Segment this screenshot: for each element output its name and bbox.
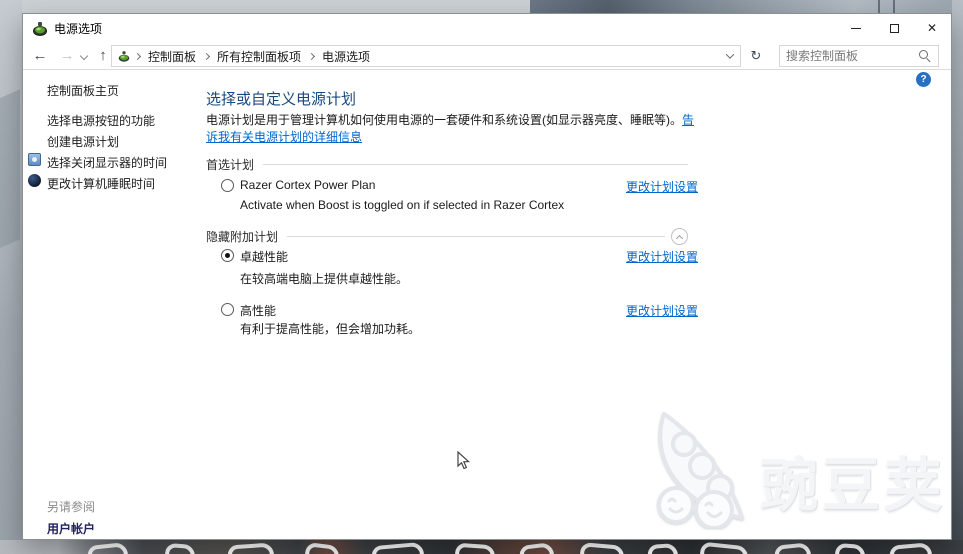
desktop-background: 电源选项 ✕ ← → ↑ 控制面板	[0, 0, 963, 554]
plan-name[interactable]: 卓越性能	[240, 248, 288, 265]
intro-body: 电源计划是用于管理计算机如何使用电源的一套硬件和系统设置(如显示器亮度、睡眠等)…	[206, 113, 682, 127]
background-detail	[893, 0, 895, 13]
sidebar-item-control-panel-home[interactable]: 控制面板主页	[47, 82, 119, 99]
title-bar[interactable]: 电源选项 ✕	[23, 14, 951, 42]
chevron-up-icon	[675, 234, 682, 241]
plan-description: 有利于提高性能，但会增加功耗。	[240, 320, 420, 337]
close-button[interactable]: ✕	[913, 14, 951, 42]
radio-high-performance[interactable]	[221, 303, 234, 316]
address-power-icon	[117, 49, 131, 63]
breadcrumb-separator-icon	[308, 52, 315, 59]
address-bar[interactable]: 控制面板 所有控制面板项 电源选项	[111, 45, 741, 67]
background-detail	[878, 0, 880, 13]
sidebar-item-sleep-time[interactable]: 更改计算机睡眠时间	[47, 175, 155, 192]
section-title: 首选计划	[206, 156, 254, 173]
minimize-button[interactable]	[837, 14, 875, 42]
plan-name[interactable]: 高性能	[240, 302, 276, 319]
chevron-down-icon	[726, 50, 734, 58]
plan-row-razer: Razer Cortex Power Plan 更改计划设置	[206, 178, 698, 194]
search-input[interactable]	[780, 49, 917, 63]
close-icon: ✕	[927, 22, 937, 34]
radio-ultimate-performance[interactable]	[221, 249, 234, 262]
maximize-icon	[890, 24, 899, 33]
navigation-bar: ← → ↑ 控制面板 所有控制面板项 电源选项 ↻	[23, 42, 951, 70]
plan-row-high-performance: 高性能 更改计划设置	[206, 302, 698, 318]
section-preferred-plans: 首选计划	[206, 156, 688, 173]
background-video-left	[0, 0, 22, 554]
sidebar-item-power-buttons[interactable]: 选择电源按钮的功能	[47, 112, 155, 129]
back-button[interactable]: ←	[27, 42, 53, 69]
breadcrumb-power-options[interactable]: 电源选项	[315, 48, 377, 65]
sleep-icon	[28, 174, 41, 187]
help-button[interactable]: ?	[916, 72, 931, 87]
breadcrumb-separator-icon	[203, 52, 210, 59]
caption-buttons: ✕	[837, 14, 951, 42]
recent-pages-dropdown-icon[interactable]	[80, 52, 88, 60]
search-icon	[917, 48, 933, 64]
change-plan-settings-link[interactable]: 更改计划设置	[626, 248, 698, 265]
power-options-app-icon	[32, 20, 48, 36]
background-video-top	[530, 0, 963, 13]
window-title: 电源选项	[54, 20, 102, 37]
forward-button[interactable]: →	[55, 42, 79, 69]
breadcrumb-separator-icon	[134, 52, 141, 59]
change-plan-settings-link[interactable]: 更改计划设置	[626, 302, 698, 319]
sidebar-item-user-accounts[interactable]: 用户帐户	[47, 520, 95, 537]
breadcrumb-control-panel[interactable]: 控制面板	[141, 48, 203, 65]
change-plan-settings-link[interactable]: 更改计划设置	[626, 178, 698, 195]
minimize-icon	[851, 28, 861, 29]
background-video-right	[952, 0, 963, 554]
maximize-button[interactable]	[875, 14, 913, 42]
plan-description: Activate when Boost is toggled on if sel…	[240, 198, 564, 212]
section-divider	[263, 164, 688, 165]
plan-description: 在较高端电脑上提供卓越性能。	[240, 270, 408, 287]
intro-text: 电源计划是用于管理计算机如何使用电源的一套硬件和系统设置(如显示器亮度、睡眠等)…	[206, 112, 698, 146]
see-also-heading: 另请参阅	[47, 498, 95, 515]
sidebar-item-display-off-time[interactable]: 选择关闭显示器的时间	[47, 154, 167, 171]
page-title: 选择或自定义电源计划	[206, 88, 356, 109]
radio-razer-cortex[interactable]	[221, 179, 234, 192]
refresh-button[interactable]: ↻	[745, 45, 767, 67]
wandoujia-pod-logo-icon	[642, 410, 777, 528]
plan-row-ultimate: 卓越性能 更改计划设置	[206, 248, 698, 264]
sidebar-item-create-plan[interactable]: 创建电源计划	[47, 133, 119, 150]
address-dropdown-button[interactable]	[720, 46, 740, 66]
plan-name[interactable]: Razer Cortex Power Plan	[240, 178, 375, 192]
search-box[interactable]	[779, 45, 939, 67]
collapse-section-button[interactable]	[671, 228, 688, 245]
breadcrumb-all-items[interactable]: 所有控制面板项	[210, 48, 308, 65]
section-title: 隐藏附加计划	[206, 228, 278, 245]
wandoujia-watermark-text: 豌豆荚	[760, 438, 946, 522]
background-detail	[0, 89, 20, 251]
mouse-cursor	[457, 451, 470, 471]
section-divider	[287, 236, 665, 237]
section-hidden-plans: 隐藏附加计划	[206, 228, 688, 245]
display-icon	[28, 153, 41, 166]
